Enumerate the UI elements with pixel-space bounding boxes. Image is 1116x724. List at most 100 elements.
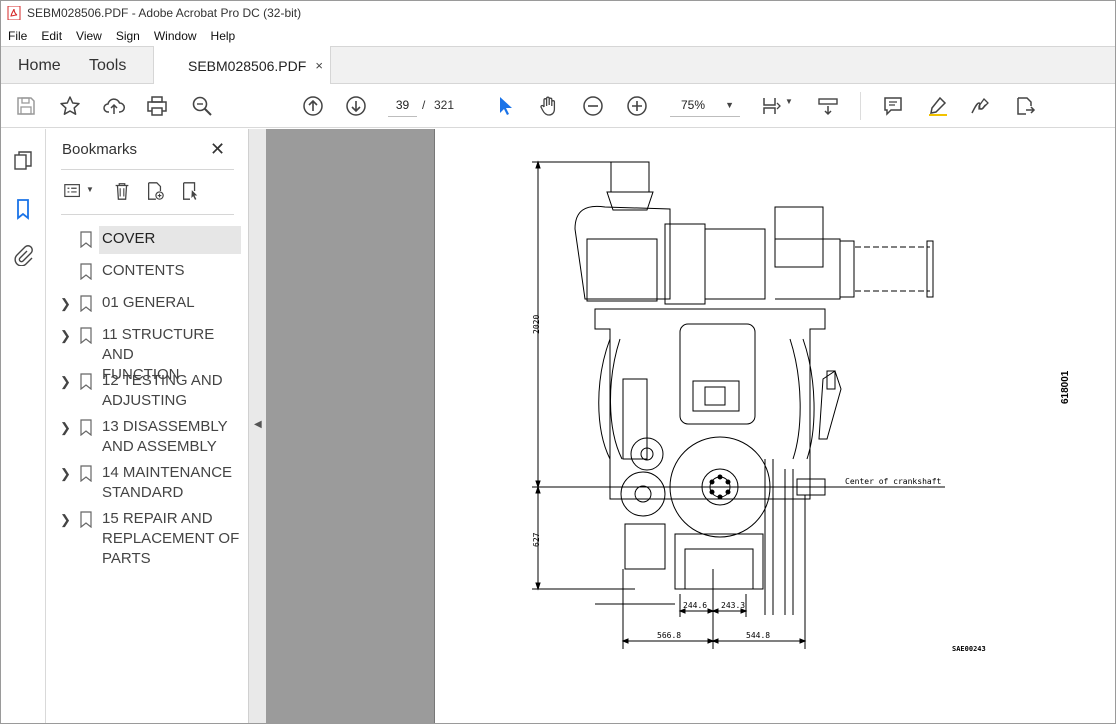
chevron-right-icon[interactable]: ❯ (60, 328, 71, 344)
options-menu-icon[interactable] (61, 179, 85, 203)
bookmark-label: 13 DISASSEMBLY AND ASSEMBLY (102, 418, 228, 455)
page-separator: / (422, 98, 426, 112)
side-figure-code: 618001 (1060, 370, 1071, 404)
bookmark-item-structure[interactable]: ❯ 11 STRUCTURE AND FUNCTION (47, 325, 248, 383)
menu-help[interactable]: Help (204, 29, 243, 43)
highlight-icon[interactable] (926, 94, 950, 118)
bookmark-icon (80, 295, 92, 312)
chevron-right-icon[interactable]: ❯ (60, 420, 71, 436)
comment-icon[interactable] (881, 94, 905, 118)
dimension-crank-height: 627 (532, 532, 541, 547)
panel-splitter[interactable]: ◀ (248, 129, 266, 723)
menu-bar: File Edit View Sign Window Help (1, 25, 1115, 46)
bookmark-label: 15 REPAIR AND REPLACEMENT OF PARTS (102, 510, 240, 567)
bookmark-item-disassembly[interactable]: ❯ 13 DISASSEMBLY AND ASSEMBLY (47, 417, 248, 459)
dimension-d: 544.8 (746, 631, 770, 640)
menu-sign[interactable]: Sign (109, 29, 147, 43)
next-page-icon[interactable] (344, 94, 368, 118)
delete-bookmark-icon[interactable] (110, 179, 134, 203)
bookmark-icon (80, 373, 92, 390)
close-icon[interactable]: ✕ (210, 139, 225, 160)
bookmark-icon (80, 419, 92, 436)
new-bookmark-icon[interactable] (143, 179, 167, 203)
dimension-overall-height: 2020 (532, 315, 541, 334)
chevron-right-icon[interactable]: ❯ (60, 296, 71, 312)
dimension-c: 566.8 (657, 631, 681, 640)
bookmarks-title: Bookmarks (62, 141, 138, 158)
print-icon[interactable] (145, 94, 169, 118)
prev-page-icon[interactable] (301, 94, 325, 118)
attachments-icon[interactable] (11, 243, 35, 267)
tab-tools[interactable]: Tools (89, 47, 126, 84)
tab-document-label: SEBM028506.PDF (188, 57, 307, 74)
upload-icon[interactable] (102, 94, 126, 118)
tab-home[interactable]: Home (18, 47, 61, 84)
zoom-value: 75% (681, 98, 706, 112)
figure-reference-code: SAE00243 (952, 645, 986, 653)
divider (61, 169, 234, 170)
chevron-right-icon[interactable]: ❯ (60, 374, 71, 390)
bookmark-icon (80, 511, 92, 528)
bookmark-icon (80, 465, 92, 482)
bookmark-item-testing[interactable]: ❯ 12 TESTING AND ADJUSTING (47, 371, 248, 413)
bookmark-item-maintenance[interactable]: ❯ 14 MAINTENANCE STANDARD (47, 463, 248, 505)
page-thumbnails-icon[interactable] (11, 149, 35, 173)
options-caret-icon[interactable]: ▼ (86, 185, 94, 194)
page-number-input[interactable]: 39 (388, 93, 417, 117)
chevron-down-icon: ▼ (725, 100, 734, 110)
toolbar-divider (860, 92, 861, 120)
window-title: SEBM028506.PDF - Adobe Acrobat Pro DC (3… (27, 6, 302, 20)
scroll-mode-icon[interactable] (816, 94, 840, 118)
bookmark-item-cover[interactable]: COVER (47, 226, 248, 254)
menu-edit[interactable]: Edit (34, 29, 69, 43)
dimension-a: 244.6 (683, 601, 707, 610)
divider (61, 214, 234, 215)
crankshaft-center-label: Center of crankshaft (845, 477, 942, 486)
pdf-page: 2020 627 244.6 243.3 566.8 544.8 Center … (434, 129, 1115, 723)
chevron-right-icon[interactable]: ❯ (60, 512, 71, 528)
bookmark-item-repair[interactable]: ❯ 15 REPAIR AND REPLACEMENT OF PARTS (47, 509, 248, 571)
bookmark-label: 12 TESTING AND ADJUSTING (102, 372, 223, 409)
dimension-b: 243.3 (721, 601, 745, 610)
bookmarks-panel: Bookmarks ✕ ▼ COVER CONTENTS ❯ 01 GENERA… (47, 129, 248, 723)
hand-icon[interactable] (537, 94, 561, 118)
menu-file[interactable]: File (1, 29, 34, 43)
zoom-dropdown[interactable]: 75% ▼ (670, 93, 740, 117)
share-icon[interactable] (1013, 94, 1037, 118)
acrobat-app-icon (7, 6, 21, 20)
menu-view[interactable]: View (69, 29, 109, 43)
menu-window[interactable]: Window (147, 29, 204, 43)
bookmark-label: CONTENTS (102, 262, 185, 279)
tab-document[interactable]: SEBM028506.PDF × (153, 46, 331, 85)
zoom-in-icon[interactable] (625, 94, 649, 118)
bookmark-icon (80, 231, 92, 248)
chevron-right-icon[interactable]: ❯ (60, 466, 71, 482)
bookmark-label: 01 GENERAL (102, 294, 195, 311)
zoom-out-icon[interactable] (581, 94, 605, 118)
close-tab-icon[interactable]: × (315, 58, 323, 73)
left-navigation-rail (1, 129, 46, 723)
select-cursor-icon[interactable] (493, 94, 517, 118)
bookmark-star-icon[interactable] (58, 94, 82, 118)
fit-dropdown-caret-icon[interactable]: ▼ (785, 97, 793, 106)
find-bookmark-icon[interactable] (178, 179, 202, 203)
bookmark-icon (80, 263, 92, 280)
bookmark-icon (80, 327, 92, 344)
acrobat-window: SEBM028506.PDF - Adobe Acrobat Pro DC (3… (0, 0, 1116, 724)
find-zoom-icon[interactable] (190, 94, 214, 118)
total-pages: 321 (434, 98, 455, 112)
bookmark-label: 14 MAINTENANCE STANDARD (102, 464, 233, 501)
bookmarks-panel-icon[interactable] (11, 197, 35, 221)
tab-bar: Home Tools SEBM028506.PDF × (1, 46, 1115, 85)
engine-drawing: 2020 627 244.6 243.3 566.8 544.8 Center … (532, 160, 1071, 653)
bookmark-item-contents[interactable]: CONTENTS (47, 261, 248, 283)
title-bar: SEBM028506.PDF - Adobe Acrobat Pro DC (3… (1, 1, 1115, 25)
toolbar: 39 / 321 75% ▼ ▼ (1, 84, 1115, 128)
save-icon[interactable] (14, 94, 38, 118)
bookmarks-toolbar: ▼ (61, 179, 241, 205)
document-view[interactable]: 2020 627 244.6 243.3 566.8 544.8 Center … (266, 129, 1115, 723)
collapse-panel-icon[interactable]: ◀ (254, 419, 262, 430)
bookmark-item-general[interactable]: ❯ 01 GENERAL (47, 293, 248, 315)
fit-page-icon[interactable] (759, 94, 783, 118)
sign-icon[interactable] (969, 94, 993, 118)
